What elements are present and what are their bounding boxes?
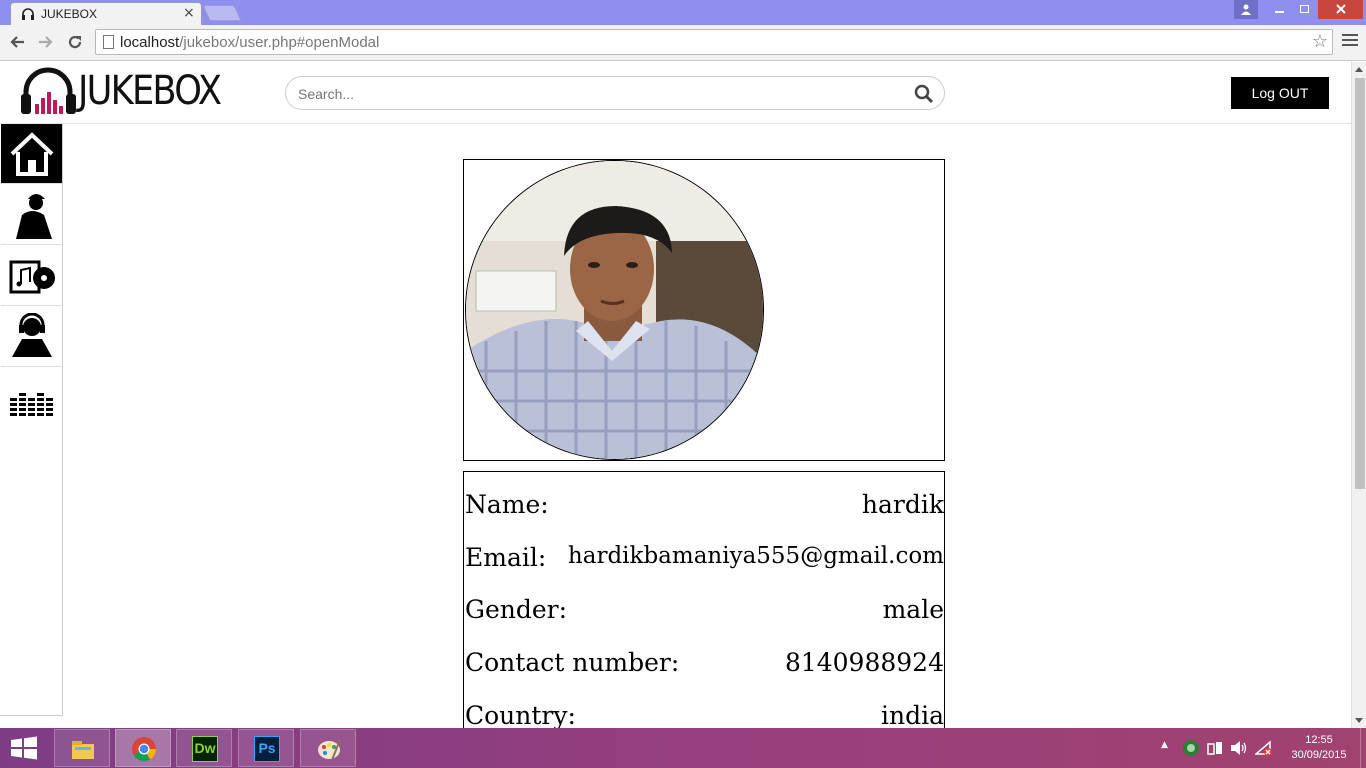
user-profile-icon[interactable] [1234, 0, 1258, 19]
album-icon [9, 260, 55, 294]
info-row-gender: Gender: male [464, 595, 944, 635]
profile-photo[interactable] [465, 160, 764, 460]
taskbar-photoshop[interactable]: Ps [238, 729, 294, 767]
info-row-email: Email: hardikbamaniya555@gmail.com [464, 543, 944, 583]
chrome-icon [132, 737, 156, 762]
name-label: Name: [465, 490, 549, 519]
gender-label: Gender: [465, 595, 568, 624]
network-icon[interactable] [1207, 740, 1223, 756]
headphones-favicon-icon [22, 8, 34, 20]
taskbar-chrome[interactable] [115, 729, 171, 767]
search-input[interactable] [298, 84, 898, 104]
jukebox-logo[interactable]: JUKEBOX [20, 66, 226, 118]
bookmark-star-icon[interactable]: ☆ [1312, 31, 1328, 52]
logout-button[interactable]: Log OUT [1231, 77, 1329, 109]
site-header: JUKEBOX Log OUT [0, 62, 1351, 124]
clock-date: 30/09/2015 [1291, 749, 1347, 761]
new-tab-button[interactable] [202, 5, 242, 21]
dj-icon [12, 313, 52, 357]
tab-close-icon[interactable]: × [183, 5, 195, 21]
contact-label: Contact number: [465, 648, 680, 677]
reload-icon[interactable] [64, 31, 86, 53]
volume-icon[interactable] [1230, 740, 1248, 756]
browser-toolbar: localhost/jukebox/user.php#openModal ☆ [0, 25, 1366, 61]
address-bar[interactable]: localhost/jukebox/user.php#openModal ☆ [95, 29, 1333, 55]
equalizer-icon [10, 393, 53, 416]
user-portrait-image [466, 161, 763, 459]
sidebar-nav [0, 124, 63, 716]
home-icon [10, 132, 54, 176]
headphones-logo-icon [21, 67, 76, 114]
paint-icon [318, 739, 341, 761]
info-row-name: Name: hardik [464, 490, 944, 530]
logo-wordmark: JUKEBOX [78, 68, 222, 114]
name-value: hardik [861, 490, 944, 519]
info-row-country: Country: india [464, 701, 944, 728]
artist-icon [16, 194, 52, 239]
browser-titlebar: JUKEBOX × [0, 0, 1366, 25]
windows-taskbar: Dw Ps ▲ 12:55 30/09/2015 [0, 728, 1366, 768]
country-label: Country: [465, 701, 576, 728]
taskbar-paint[interactable] [300, 729, 356, 767]
email-label: Email: [465, 543, 547, 572]
vertical-scrollbar[interactable] [1351, 62, 1366, 728]
search-box[interactable] [285, 76, 945, 110]
windows-logo-icon [11, 736, 37, 760]
search-icon[interactable] [914, 84, 934, 104]
clock-time: 12:55 [1305, 734, 1333, 746]
scroll-up-arrow-icon[interactable] [1355, 67, 1363, 72]
profile-info-card: Name: hardik Email: hardikbamaniya555@gm… [463, 471, 945, 728]
restore-button[interactable] [1291, 0, 1317, 19]
sidebar-item-dj[interactable] [1, 307, 62, 367]
gender-value: male [882, 595, 944, 624]
browser-tab[interactable]: JUKEBOX × [10, 2, 202, 25]
back-arrow-icon[interactable] [6, 31, 28, 53]
forward-arrow-icon[interactable] [35, 31, 57, 53]
page-icon [103, 35, 114, 49]
profile-photo-frame [463, 159, 945, 461]
tray-app-icon[interactable] [1182, 739, 1200, 757]
email-value: hardikbamaniya555@gmail.com [567, 543, 944, 569]
minimize-button[interactable] [1267, 0, 1291, 19]
sidebar-item-equalizer[interactable] [1, 368, 62, 428]
page-content: JUKEBOX Log OUT [0, 62, 1351, 728]
url-text[interactable]: localhost/jukebox/user.php#openModal [120, 34, 379, 51]
sidebar-item-artist[interactable] [1, 185, 62, 245]
file-explorer-icon [72, 741, 94, 759]
close-window-button[interactable] [1318, 0, 1363, 19]
show-desktop-button[interactable] [1360, 728, 1366, 768]
country-value: india [880, 701, 944, 728]
system-clock[interactable]: 12:55 30/09/2015 [1286, 733, 1352, 763]
chrome-menu-icon[interactable] [1342, 31, 1358, 51]
show-hidden-icons-icon[interactable]: ▲ [1161, 740, 1168, 750]
sidebar-item-home[interactable] [1, 124, 62, 184]
photoshop-icon: Ps [254, 736, 280, 762]
windows-start-button[interactable] [10, 736, 38, 760]
taskbar-file-explorer[interactable] [54, 729, 110, 767]
signal-warning-icon[interactable] [1255, 740, 1273, 756]
sidebar-item-album[interactable] [1, 246, 62, 306]
contact-value: 8140988924 [784, 648, 944, 677]
dreamweaver-icon: Dw [192, 736, 218, 762]
taskbar-dreamweaver[interactable]: Dw [176, 729, 232, 767]
scrollbar-thumb[interactable] [1355, 78, 1365, 489]
info-row-contact: Contact number: 8140988924 [464, 648, 944, 688]
tab-title: JUKEBOX [41, 7, 98, 21]
scroll-down-arrow-icon[interactable] [1355, 718, 1363, 723]
